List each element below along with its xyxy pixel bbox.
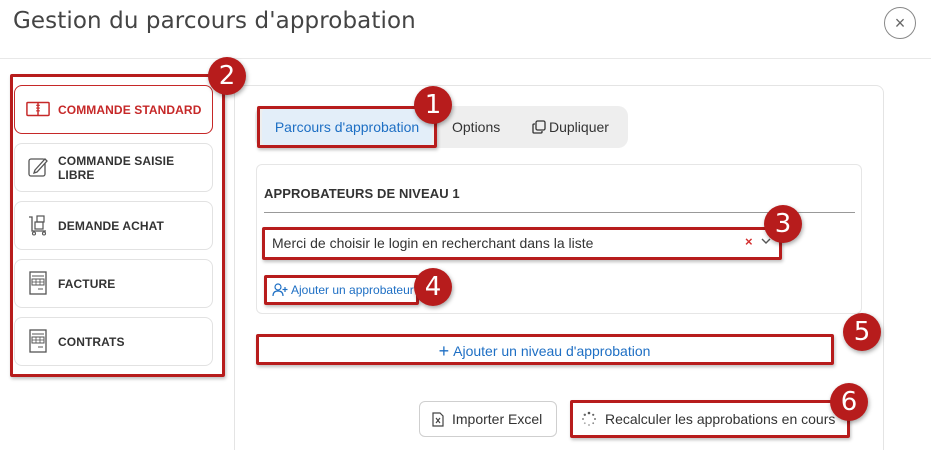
sidebar-item-contrats[interactable]: CONTRATS: [14, 317, 213, 366]
callout-badge-3: 3: [764, 205, 802, 243]
tab-label: Parcours d'approbation: [274, 119, 420, 135]
invoice-icon: [26, 329, 50, 353]
sidebar-item-demande-achat[interactable]: DEMANDE ACHAT: [14, 201, 213, 250]
sidebar-item-label: CONTRATS: [58, 334, 125, 349]
add-user-icon: [272, 283, 288, 297]
sidebar-item-label: COMMANDE SAISIE LIBRE: [58, 153, 175, 182]
tab-label: Options: [452, 119, 501, 135]
tab-label: Dupliquer: [549, 119, 609, 135]
edit-document-icon: [26, 156, 50, 178]
tab-dupliquer[interactable]: Dupliquer: [532, 106, 622, 148]
callout-badge-4: 4: [414, 268, 452, 306]
sidebar-item-label: DEMANDE ACHAT: [58, 218, 164, 233]
callout-badge-2: 2: [208, 57, 246, 95]
add-approver-button[interactable]: Ajouter un approbateur: [266, 276, 414, 304]
excel-file-icon: [432, 411, 444, 427]
approver-login-select[interactable]: Merci de choisir le login en recherchant…: [264, 228, 782, 258]
tab-options[interactable]: Options: [452, 106, 512, 148]
recalc-label: Recalculer les approbations en cours: [605, 411, 836, 427]
add-approver-label: Ajouter un approbateur: [291, 283, 414, 297]
sidebar-item-commande-saisie-libre[interactable]: COMMANDE SAISIE LIBRE: [14, 143, 213, 192]
invoice-icon: [26, 271, 50, 295]
sidebar-item-label: COMMANDE STANDARD: [58, 102, 202, 117]
dialog-title: Gestion du parcours d'approbation: [13, 8, 416, 34]
import-excel-button[interactable]: Importer Excel: [419, 401, 557, 437]
select-placeholder: Merci de choisir le login en recherchant…: [272, 235, 594, 251]
sidebar-item-commande-standard[interactable]: COMMANDE STANDARD: [14, 85, 213, 134]
copy-icon: [532, 120, 546, 134]
add-level-button[interactable]: + Ajouter un niveau d'approbation: [256, 335, 833, 365]
import-label: Importer Excel: [452, 411, 543, 427]
close-icon: ×: [894, 13, 906, 33]
callout-badge-6: 6: [830, 383, 868, 421]
header-divider: [0, 58, 931, 59]
clear-icon[interactable]: ×: [745, 234, 753, 249]
callout-badge-5: 5: [843, 313, 881, 351]
sidebar-item-label: FACTURE: [58, 276, 116, 291]
callout-badge-1: 1: [414, 86, 452, 124]
level-title: APPROBATEURS DE NIVEAU 1: [264, 186, 460, 201]
close-button[interactable]: ×: [884, 7, 916, 39]
book-icon: [26, 98, 50, 120]
plus-icon: +: [438, 340, 450, 361]
spinner-icon: [581, 411, 597, 427]
sidebar-item-facture[interactable]: FACTURE: [14, 259, 213, 308]
tab-parcours-approbation[interactable]: Parcours d'approbation: [262, 106, 432, 148]
recalculate-approvals-button[interactable]: Recalculer les approbations en cours: [571, 401, 849, 437]
add-level-label: Ajouter un niveau d'approbation: [453, 342, 651, 359]
cart-boxes-icon: [26, 214, 50, 236]
